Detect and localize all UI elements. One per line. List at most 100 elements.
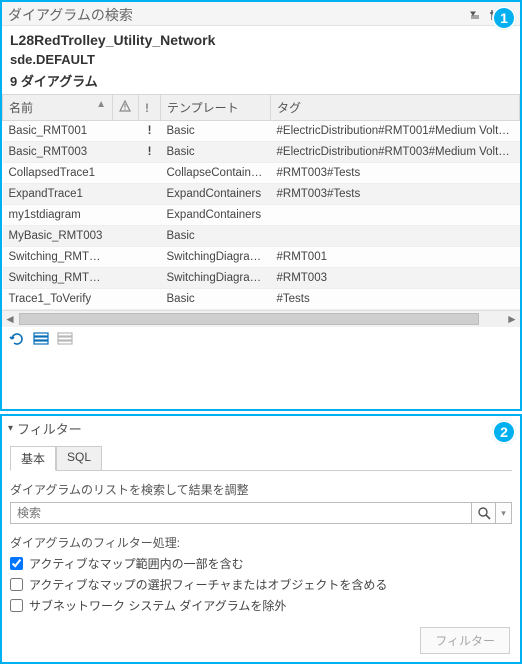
cell-warning bbox=[113, 268, 139, 289]
titlebar: ダイアグラムの検索 bbox=[2, 2, 520, 26]
search-label: ダイアグラムのリストを検索して結果を調整 bbox=[10, 481, 512, 498]
tab-body: ダイアグラムのリストを検索して結果を調整 ▾ ダイアグラムのフィルター処理: ア… bbox=[10, 470, 512, 614]
exclamation-icon: ! bbox=[145, 101, 149, 115]
cell-name: CollapsedTrace1 bbox=[3, 163, 113, 184]
view-list-button[interactable] bbox=[32, 331, 50, 347]
cell-consistency bbox=[139, 163, 161, 184]
apply-filter-button[interactable]: フィルター bbox=[420, 627, 510, 654]
scroll-left-icon[interactable]: ◄ bbox=[2, 312, 18, 326]
cell-consistency bbox=[139, 205, 161, 226]
scroll-track[interactable] bbox=[19, 313, 503, 325]
cell-template: Basic bbox=[161, 289, 271, 310]
cell-warning bbox=[113, 142, 139, 163]
version-name: sde.DEFAULT bbox=[10, 52, 512, 67]
menu-dropdown-icon[interactable] bbox=[468, 8, 482, 22]
table-row[interactable]: Basic_RMT001!Basic#ElectricDistribution#… bbox=[3, 121, 520, 142]
cell-warning bbox=[113, 289, 139, 310]
table-row[interactable]: Switching_RMT001SwitchingDiagrams#RMT001 bbox=[3, 247, 520, 268]
checkbox-subnetwork[interactable] bbox=[10, 599, 23, 612]
sort-asc-icon: ▲ bbox=[96, 99, 106, 110]
filter-processing-label: ダイアグラムのフィルター処理: bbox=[10, 534, 512, 551]
cell-template: ExpandContainers bbox=[161, 184, 271, 205]
cell-template: SwitchingDiagrams bbox=[161, 268, 271, 289]
search-button[interactable] bbox=[472, 502, 496, 524]
cell-consistency bbox=[139, 226, 161, 247]
magnifier-icon bbox=[477, 506, 491, 520]
table-row[interactable]: my1stdiagram ExpandContainers bbox=[3, 205, 520, 226]
cell-template: ExpandContainers bbox=[161, 205, 271, 226]
bottom-toolbar bbox=[2, 327, 520, 351]
cell-tags: #RMT003 bbox=[271, 268, 520, 289]
warning-triangle-icon bbox=[119, 101, 131, 115]
filter-tabs: 基本 SQL bbox=[2, 445, 520, 470]
filter-panel: ▾ フィルター 基本 SQL ダイアグラムのリストを検索して結果を調整 ▾ ダイ… bbox=[0, 414, 522, 664]
table-row[interactable]: CollapsedTrace1 CollapseContainers#RMT003… bbox=[3, 163, 520, 184]
cell-warning bbox=[113, 163, 139, 184]
cell-tags: #ElectricDistribution#RMT001#Medium Volt… bbox=[271, 121, 520, 142]
cell-consistency bbox=[139, 184, 161, 205]
checkbox-extent[interactable] bbox=[10, 557, 23, 570]
cell-name: ExpandTrace1 bbox=[3, 184, 113, 205]
cell-tags: #RMT003#Tests bbox=[271, 163, 520, 184]
col-header-template[interactable]: テンプレート bbox=[161, 95, 271, 121]
search-row: ▾ bbox=[10, 502, 512, 524]
table-row[interactable]: Switching_RMT003 SwitchingDiagrams#RMT003 bbox=[3, 268, 520, 289]
search-input[interactable] bbox=[10, 502, 472, 524]
chevron-down-icon: ▾ bbox=[8, 423, 13, 434]
col-header-warning[interactable] bbox=[113, 95, 139, 121]
cell-tags: #Tests bbox=[271, 289, 520, 310]
cell-template: CollapseContainers bbox=[161, 163, 271, 184]
table-row[interactable]: Basic_RMT003!Basic#ElectricDistribution#… bbox=[3, 142, 520, 163]
cell-consistency bbox=[139, 268, 161, 289]
cell-name: Switching_RMT001 bbox=[3, 247, 113, 268]
cell-template: Basic bbox=[161, 142, 271, 163]
filter-header[interactable]: ▾ フィルター bbox=[2, 416, 520, 441]
scroll-right-icon[interactable]: ► bbox=[504, 312, 520, 326]
col-header-template-label: テンプレート bbox=[167, 101, 239, 115]
table-row[interactable]: Trace1_ToVerify Basic#Tests bbox=[3, 289, 520, 310]
checkbox-subnetwork-row[interactable]: サブネットワーク システム ダイアグラムを除外 bbox=[10, 597, 512, 614]
callout-badge-2: 2 bbox=[492, 420, 516, 444]
refresh-button[interactable] bbox=[8, 331, 26, 347]
checkbox-extent-label: アクティブなマップ範囲内の一部を含む bbox=[29, 555, 244, 572]
cell-template: Basic bbox=[161, 226, 271, 247]
cell-tags bbox=[271, 226, 520, 247]
col-header-consistency[interactable]: ! bbox=[139, 95, 161, 121]
cell-name: Switching_RMT003 bbox=[3, 268, 113, 289]
checkbox-selection-row[interactable]: アクティブなマップの選択フィーチャまたはオブジェクトを含める bbox=[10, 576, 512, 593]
cell-consistency: ! bbox=[139, 121, 161, 142]
cell-template: Basic bbox=[161, 121, 271, 142]
checkbox-extent-row[interactable]: アクティブなマップ範囲内の一部を含む bbox=[10, 555, 512, 572]
cell-name: MyBasic_RMT003 bbox=[3, 226, 113, 247]
scroll-thumb[interactable] bbox=[19, 313, 479, 325]
checkbox-subnetwork-label: サブネットワーク システム ダイアグラムを除外 bbox=[29, 597, 286, 614]
diagram-table: 名前 ▲ ! テンプレート タグ Basic_RMT00 bbox=[2, 94, 520, 310]
search-dropdown[interactable]: ▾ bbox=[496, 502, 512, 524]
cell-name: Trace1_ToVerify bbox=[3, 289, 113, 310]
horizontal-scrollbar[interactable]: ◄ ► bbox=[2, 310, 520, 327]
cell-tags: #RMT003#Tests bbox=[271, 184, 520, 205]
table-row[interactable]: ExpandTrace1 ExpandContainers#RMT003#Test… bbox=[3, 184, 520, 205]
cell-warning bbox=[113, 121, 139, 142]
cell-template: SwitchingDiagrams bbox=[161, 247, 271, 268]
cell-tags bbox=[271, 205, 520, 226]
view-compact-button[interactable] bbox=[56, 331, 74, 347]
header-block: L28RedTrolley_Utility_Network sde.DEFAUL… bbox=[2, 26, 520, 94]
cell-consistency bbox=[139, 289, 161, 310]
filter-header-label: フィルター bbox=[17, 419, 82, 438]
callout-badge-1: 1 bbox=[492, 6, 516, 30]
tab-sql[interactable]: SQL bbox=[56, 446, 102, 471]
tab-basic[interactable]: 基本 bbox=[10, 446, 56, 471]
action-row: フィルター bbox=[420, 627, 510, 654]
cell-tags: #ElectricDistribution#RMT003#Medium Volt… bbox=[271, 142, 520, 163]
cell-warning bbox=[113, 184, 139, 205]
cell-name: Basic_RMT001 bbox=[3, 121, 113, 142]
panel-title: ダイアグラムの検索 bbox=[8, 5, 133, 25]
checkbox-selection-label: アクティブなマップの選択フィーチャまたはオブジェクトを含める bbox=[29, 576, 387, 593]
checkbox-selection[interactable] bbox=[10, 578, 23, 591]
col-header-tags[interactable]: タグ bbox=[271, 95, 520, 121]
cell-name: my1stdiagram bbox=[3, 205, 113, 226]
cell-consistency bbox=[139, 247, 161, 268]
table-row[interactable]: MyBasic_RMT003 Basic bbox=[3, 226, 520, 247]
col-header-name[interactable]: 名前 ▲ bbox=[3, 95, 113, 121]
